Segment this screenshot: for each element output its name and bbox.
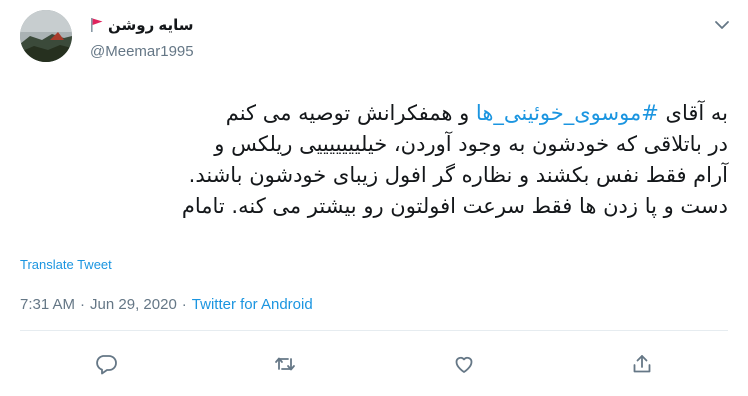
chevron-down-icon[interactable] bbox=[714, 18, 730, 30]
tweet-card: سایه روشن @Meemar1995 به آقای #موسوی_خوئ… bbox=[0, 0, 748, 396]
display-name[interactable]: سایه روشن bbox=[108, 16, 194, 34]
like-icon[interactable] bbox=[452, 352, 476, 376]
tweet-line-4: دست و پا زدن ها فقط سرعت افولتون رو بیشت… bbox=[181, 194, 728, 218]
avatar-image bbox=[20, 10, 72, 62]
tweet-text: به آقای #موسوی_خوئینی_ها و همفکرانش توصی… bbox=[20, 98, 728, 222]
translate-tweet-link[interactable]: Translate Tweet bbox=[20, 257, 112, 272]
tweet-source-link[interactable]: Twitter for Android bbox=[192, 296, 313, 313]
retweet-icon[interactable] bbox=[273, 352, 297, 376]
tweet-line-1-suffix: و همفکرانش توصیه می کنم bbox=[225, 101, 476, 125]
user-name-row[interactable]: سایه روشن bbox=[90, 14, 194, 36]
hashtag-link[interactable]: #موسوی_خوئینی_ها bbox=[476, 101, 659, 125]
tweet-meta: 7:31 AM · Jun 29, 2020 · Twitter for And… bbox=[20, 296, 313, 313]
meta-separator: · bbox=[181, 296, 187, 313]
share-icon[interactable] bbox=[630, 352, 654, 376]
reply-icon[interactable] bbox=[94, 352, 118, 376]
meta-separator: · bbox=[80, 296, 86, 313]
tweet-line-1-prefix: به آقای bbox=[658, 101, 729, 125]
divider bbox=[20, 330, 728, 331]
tweet-line-2: در باتلاقی که خودشون به وجود آوردن، خیلی… bbox=[214, 132, 728, 156]
tweet-date[interactable]: Jun 29, 2020 bbox=[90, 296, 177, 313]
tweet-line-3: آرام فقط نفس بکشند و نظاره گر افول زیبای… bbox=[188, 163, 728, 187]
user-handle[interactable]: @Meemar1995 bbox=[90, 43, 194, 60]
avatar[interactable] bbox=[20, 10, 72, 62]
tweet-time[interactable]: 7:31 AM bbox=[20, 296, 75, 313]
tweet-line-1: به آقای #موسوی_خوئینی_ها و همفکرانش توصی… bbox=[20, 98, 728, 129]
triangular-flag-icon bbox=[91, 18, 103, 32]
action-bar bbox=[0, 352, 748, 382]
